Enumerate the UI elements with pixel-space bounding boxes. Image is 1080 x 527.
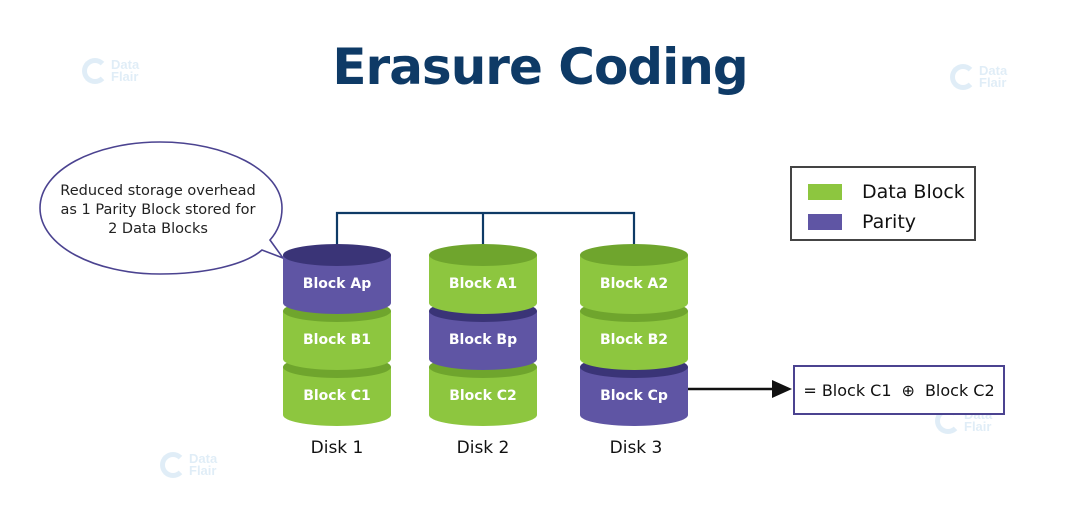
disk-label: Disk 2 xyxy=(456,438,510,458)
connector-line xyxy=(335,211,636,245)
disk-connector xyxy=(335,211,636,245)
block-label: Block B2 xyxy=(600,332,668,348)
block-label: Block Cp xyxy=(600,388,668,404)
arrow-head-icon xyxy=(772,380,792,398)
legend-label: Parity xyxy=(862,211,917,233)
block-top xyxy=(580,244,688,266)
data-block-swatch xyxy=(808,184,842,200)
callout-line: 2 Data Blocks xyxy=(108,221,208,237)
formula-left-operand: = Block C1 xyxy=(803,380,892,400)
formula-right-operand: Block C2 xyxy=(924,380,995,400)
parity-block: Block Ap xyxy=(283,244,391,314)
disk-1: Block C1 Block B1 Block Ap xyxy=(283,244,391,426)
block-top xyxy=(429,244,537,266)
callout-line: Reduced storage overhead xyxy=(60,183,256,199)
legend: Data Block Parity xyxy=(790,166,976,241)
disk-2: Block C2 Block Bp Block A1 xyxy=(429,244,537,426)
disk-3: Block Cp Block B2 Block A2 xyxy=(580,244,688,426)
parity-swatch xyxy=(808,214,842,230)
data-block: Block A2 xyxy=(580,244,688,314)
parity-formula-box: = Block C1 ⊕ Block C2 xyxy=(793,365,1005,415)
block-label: Block C1 xyxy=(303,388,371,404)
callout-text: Reduced storage overhead as 1 Parity Blo… xyxy=(44,182,272,239)
block-label: Block B1 xyxy=(303,332,371,348)
disk-label: Disk 1 xyxy=(310,438,364,458)
block-label: Block Ap xyxy=(303,276,371,292)
legend-label: Data Block xyxy=(862,181,965,203)
disk-label: Disk 3 xyxy=(609,438,663,458)
legend-item-data-block: Data Block xyxy=(808,181,965,203)
legend-item-parity: Parity xyxy=(808,211,916,233)
block-label: Block C2 xyxy=(449,388,517,404)
block-top xyxy=(283,244,391,266)
block-label: Block A2 xyxy=(600,276,668,292)
xor-operator-icon: ⊕ xyxy=(901,380,915,400)
block-label: Block A1 xyxy=(449,276,517,292)
callout-line: as 1 Parity Block stored for xyxy=(60,202,256,218)
data-block: Block A1 xyxy=(429,244,537,314)
block-label: Block Bp xyxy=(449,332,517,348)
